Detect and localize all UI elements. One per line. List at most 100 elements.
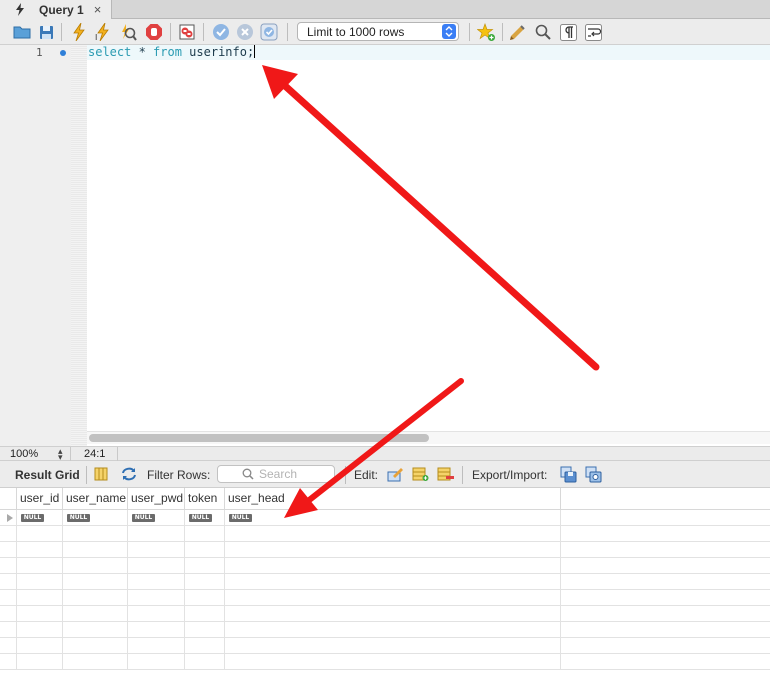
- grid-cell[interactable]: [128, 526, 185, 542]
- grid-cell[interactable]: [225, 654, 561, 670]
- empty-row[interactable]: [0, 526, 770, 542]
- delete-row-icon[interactable]: [436, 465, 454, 483]
- sql-editor[interactable]: 1 select * from userinfo;: [0, 45, 770, 446]
- grid-cell[interactable]: [128, 638, 185, 654]
- zoom-level[interactable]: 100%: [10, 448, 38, 460]
- limit-rows-select[interactable]: Limit to 1000 rows: [297, 22, 459, 41]
- find-icon[interactable]: [533, 22, 553, 42]
- save-icon[interactable]: [36, 22, 56, 42]
- column-header-user-head[interactable]: user_head: [225, 488, 561, 510]
- import-icon[interactable]: [584, 465, 602, 483]
- grid-cell[interactable]: [63, 542, 128, 558]
- grid-cell[interactable]: [128, 654, 185, 670]
- empty-row[interactable]: [0, 574, 770, 590]
- grid-cell[interactable]: [185, 606, 225, 622]
- grid-cell[interactable]: [128, 622, 185, 638]
- execute-icon[interactable]: [69, 22, 89, 42]
- horizontal-scrollbar[interactable]: [87, 431, 770, 444]
- grid-cell[interactable]: [225, 526, 561, 542]
- grid-cell[interactable]: NULL: [17, 510, 63, 526]
- grid-cell[interactable]: [63, 558, 128, 574]
- grid-cell[interactable]: [185, 542, 225, 558]
- grid-cell[interactable]: [185, 558, 225, 574]
- table-row-null[interactable]: NULL NULL NULL NULL NULL: [0, 510, 770, 526]
- grid-cell[interactable]: [63, 654, 128, 670]
- empty-row[interactable]: [0, 542, 770, 558]
- empty-row[interactable]: [0, 654, 770, 670]
- filter-search-input[interactable]: Search: [217, 465, 335, 483]
- grid-cell[interactable]: [63, 590, 128, 606]
- grid-cell[interactable]: [128, 574, 185, 590]
- grid-cell[interactable]: [63, 526, 128, 542]
- word-wrap-icon[interactable]: [583, 22, 603, 42]
- grid-cell[interactable]: [185, 574, 225, 590]
- result-grid-label[interactable]: Result Grid: [15, 468, 80, 482]
- column-header-token[interactable]: token: [185, 488, 225, 510]
- grid-cell[interactable]: [225, 590, 561, 606]
- edit-row-icon[interactable]: [386, 465, 404, 483]
- grid-cell[interactable]: [185, 526, 225, 542]
- grid-cell[interactable]: [185, 590, 225, 606]
- grid-cell[interactable]: [63, 638, 128, 654]
- scrollbar-thumb[interactable]: [89, 434, 429, 442]
- grid-cell[interactable]: [128, 542, 185, 558]
- toggle-error-stop-icon[interactable]: [177, 22, 197, 42]
- grid-cell[interactable]: [225, 558, 561, 574]
- grid-cell[interactable]: [225, 606, 561, 622]
- grid-cell[interactable]: [128, 590, 185, 606]
- grid-cell[interactable]: [17, 526, 63, 542]
- rollback-icon[interactable]: [235, 22, 255, 42]
- close-icon[interactable]: ×: [94, 3, 102, 16]
- grid-cell[interactable]: [17, 558, 63, 574]
- invisible-chars-icon[interactable]: [558, 22, 578, 42]
- sql-code-line[interactable]: select * from userinfo;: [88, 45, 256, 60]
- refresh-icon[interactable]: [120, 465, 138, 483]
- grid-cell[interactable]: NULL: [225, 510, 561, 526]
- grid-cell[interactable]: [17, 622, 63, 638]
- grid-cell[interactable]: [17, 542, 63, 558]
- grid-cell[interactable]: [17, 590, 63, 606]
- grid-cell[interactable]: [63, 574, 128, 590]
- tab-query-1[interactable]: Query 1 ×: [0, 0, 112, 19]
- grid-cell[interactable]: NULL: [128, 510, 185, 526]
- result-grid[interactable]: user_id user_name user_pwd token user_he…: [0, 488, 770, 673]
- grid-cell[interactable]: [17, 654, 63, 670]
- grid-cell[interactable]: [185, 638, 225, 654]
- grid-cell[interactable]: [225, 542, 561, 558]
- commit-icon[interactable]: [211, 22, 231, 42]
- stop-icon[interactable]: [144, 22, 164, 42]
- column-header-user-pwd[interactable]: user_pwd: [128, 488, 185, 510]
- grid-cell[interactable]: [225, 622, 561, 638]
- grid-cell[interactable]: [185, 622, 225, 638]
- grid-columns-icon[interactable]: [92, 465, 110, 483]
- empty-row[interactable]: [0, 638, 770, 654]
- grid-cell[interactable]: [128, 606, 185, 622]
- bookmark-icon[interactable]: [476, 22, 496, 42]
- insert-row-icon[interactable]: [411, 465, 429, 483]
- grid-cell[interactable]: [63, 606, 128, 622]
- grid-cell[interactable]: [225, 638, 561, 654]
- empty-row[interactable]: [0, 606, 770, 622]
- empty-row[interactable]: [0, 622, 770, 638]
- grid-cell[interactable]: [128, 558, 185, 574]
- grid-cell[interactable]: [185, 654, 225, 670]
- grid-cell[interactable]: NULL: [63, 510, 128, 526]
- explain-icon[interactable]: [118, 22, 138, 42]
- open-folder-icon[interactable]: [12, 22, 32, 42]
- beautify-icon[interactable]: [508, 22, 528, 42]
- column-header-user-id[interactable]: user_id: [17, 488, 63, 510]
- grid-cell[interactable]: NULL: [185, 510, 225, 526]
- empty-row[interactable]: [0, 558, 770, 574]
- lightning-icon: [16, 3, 24, 16]
- grid-cell[interactable]: [17, 606, 63, 622]
- autocommit-icon[interactable]: [259, 22, 279, 42]
- execute-current-icon[interactable]: I: [93, 22, 113, 42]
- grid-cell[interactable]: [63, 622, 128, 638]
- grid-cell[interactable]: [17, 574, 63, 590]
- column-header-user-name[interactable]: user_name: [63, 488, 128, 510]
- grid-cell[interactable]: [17, 638, 63, 654]
- export-icon[interactable]: [559, 465, 577, 483]
- grid-cell[interactable]: [225, 574, 561, 590]
- zoom-stepper-icon[interactable]: ▴ ▾: [58, 447, 63, 462]
- empty-row[interactable]: [0, 590, 770, 606]
